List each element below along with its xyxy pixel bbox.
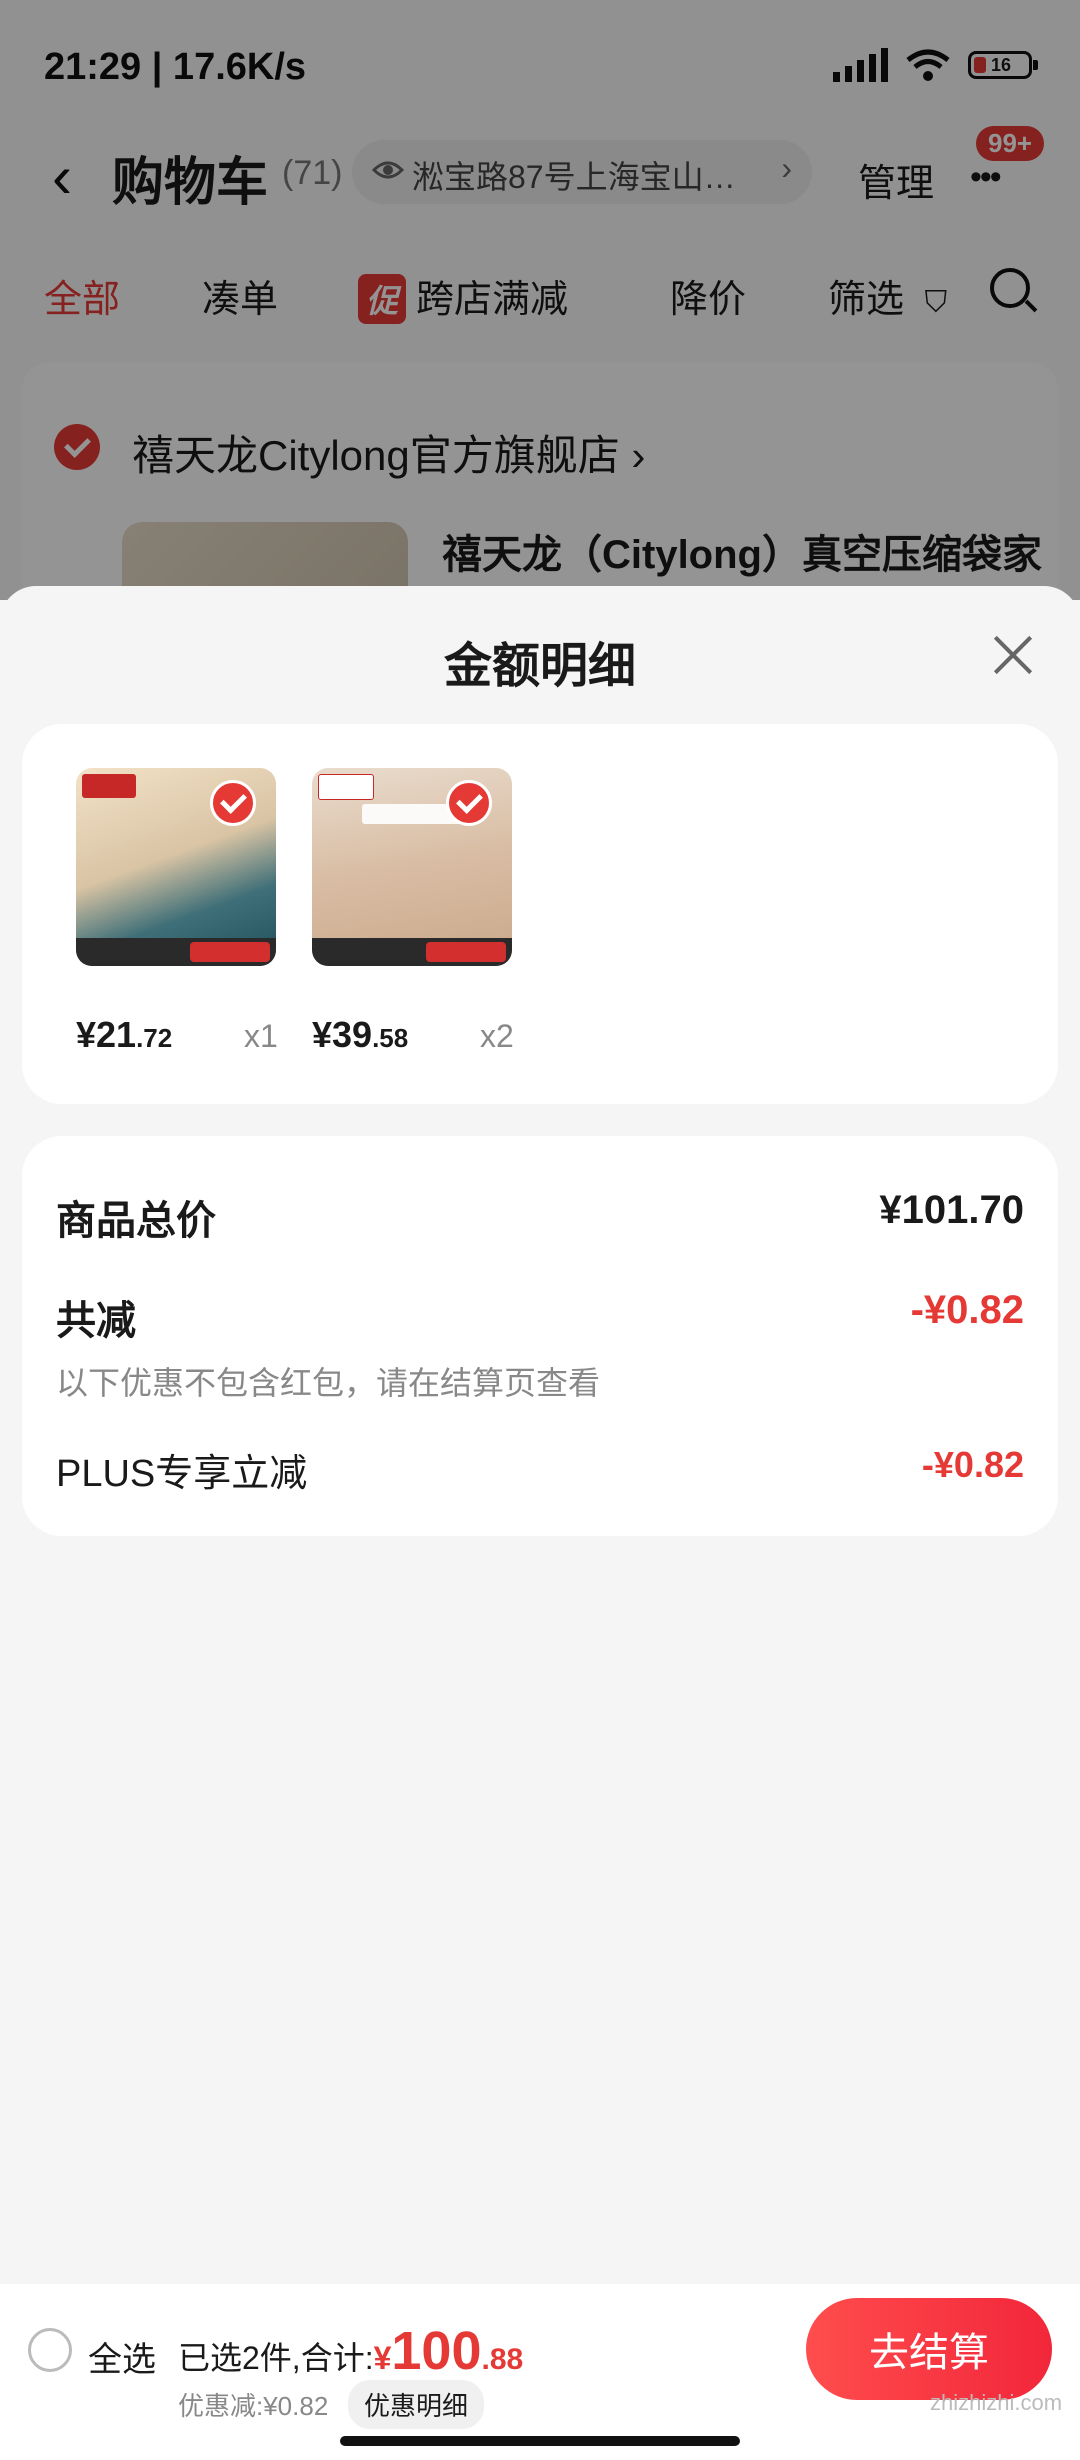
select-all-radio[interactable] xyxy=(28,2328,72,2372)
plus-discount-value: -¥0.82 xyxy=(921,1444,1024,1485)
amount-detail-sheet: 金额明细 ¥21.72 x1 ¥39.58 x2 商品总价 ¥101.70 共减… xyxy=(0,586,1080,2286)
items-card: ¥21.72 x1 ¥39.58 x2 xyxy=(22,724,1058,1104)
total-price-value: ¥101.70 xyxy=(879,1188,1024,1232)
item-price: ¥21.72 xyxy=(76,1014,173,1055)
item-checked-icon xyxy=(210,780,256,826)
price-summary-card: 商品总价 ¥101.70 共减 -¥0.82 以下优惠不包含红包，请在结算页查看… xyxy=(22,1136,1058,1536)
home-indicator[interactable] xyxy=(340,2436,740,2446)
item-thumbnail xyxy=(312,768,512,966)
close-icon[interactable] xyxy=(988,630,1038,680)
discount-detail-button[interactable]: 优惠明细 xyxy=(348,2380,485,2429)
item-quantity: x2 xyxy=(480,1018,514,1054)
discount-note: 以下优惠不包含红包，请在结算页查看 xyxy=(56,1365,601,1401)
watermark: zhizhizhi.com xyxy=(930,2390,1063,2415)
item-checked-icon xyxy=(446,780,492,826)
reduction-value: -¥0.82 xyxy=(910,1288,1024,1332)
total-price-label: 商品总价 xyxy=(56,1199,216,1243)
selected-total: 已选2件,合计:¥100.88 xyxy=(178,2321,524,2381)
modal-overlay[interactable] xyxy=(0,0,1080,600)
item-price: ¥39.58 xyxy=(312,1014,409,1055)
sheet-title: 金额明细 xyxy=(443,640,636,693)
checkout-bar: 全选 已选2件,合计:¥100.88 优惠减:¥0.82 优惠明细 去结算 zh… xyxy=(0,2284,1080,2460)
discount-amount: 优惠减:¥0.82 xyxy=(178,2391,329,2421)
item-1: ¥21.72 x1 xyxy=(22,768,278,1068)
plus-discount-label: PLUS专享立减 xyxy=(56,1453,308,1495)
item-2: ¥39.58 x2 xyxy=(258,768,514,1068)
item-thumbnail xyxy=(76,768,276,966)
checkout-button[interactable]: 去结算 xyxy=(806,2298,1052,2400)
reduction-label: 共减 xyxy=(56,1299,136,1343)
select-all-label[interactable]: 全选 xyxy=(88,2332,156,2381)
